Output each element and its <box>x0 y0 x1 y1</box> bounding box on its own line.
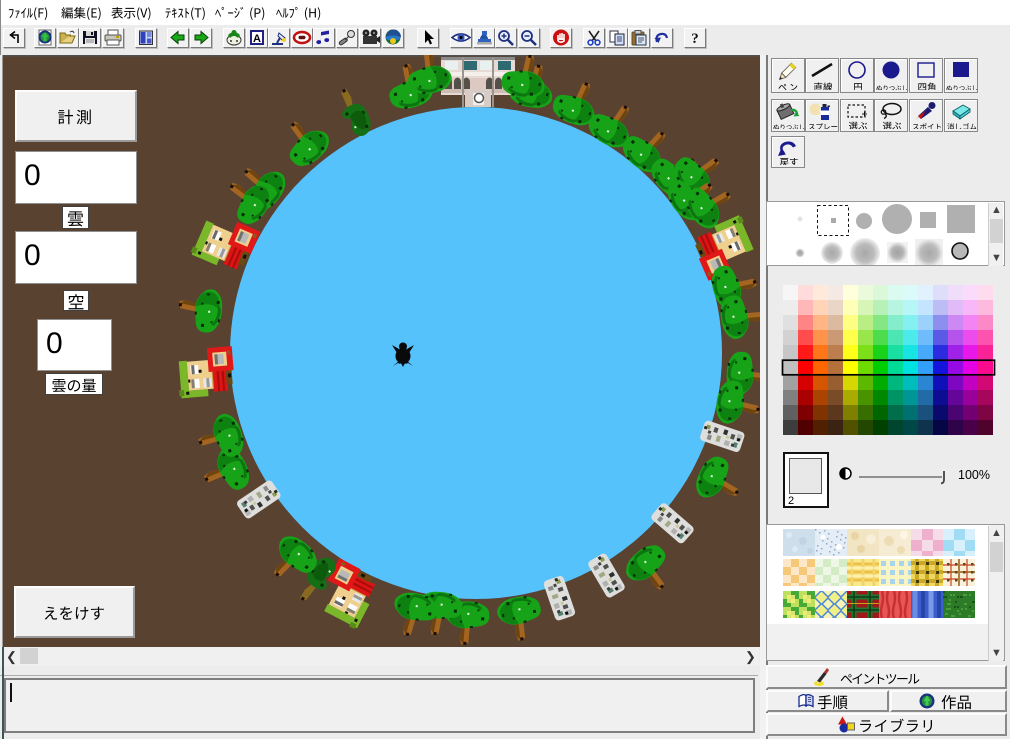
svg-text:?: ? <box>691 31 699 46</box>
svg-text:A: A <box>253 33 261 45</box>
